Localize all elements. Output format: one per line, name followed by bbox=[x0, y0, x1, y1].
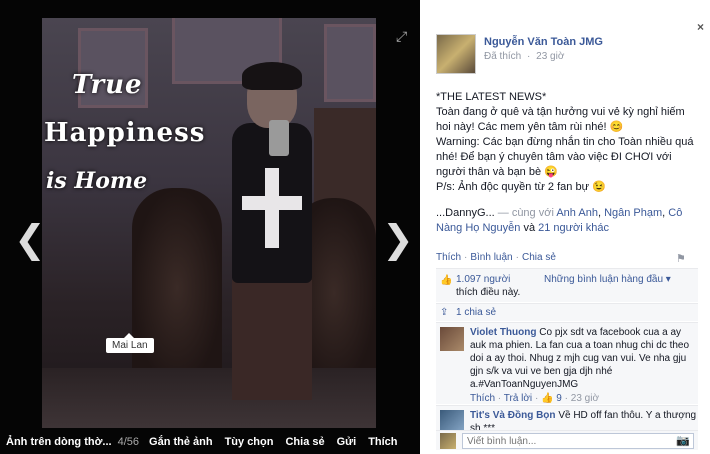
commenter-avatar[interactable] bbox=[440, 327, 464, 351]
post-line: P/s: Ảnh độc quyền từ 2 fan bự 😉 bbox=[436, 181, 606, 193]
tagged-with: ...DannyG... — cùng với Anh Anh, Ngân Ph… bbox=[436, 206, 698, 236]
post-line: Warning: Các bạn đừng nhắn tin cho Toàn … bbox=[436, 136, 694, 178]
separator: · bbox=[534, 393, 539, 404]
post-signature: ...DannyG... bbox=[436, 207, 495, 219]
likes-count[interactable]: 1.097 người bbox=[456, 274, 510, 285]
post-text: *THE LATEST NEWS* Toàn đang ở quê và tận… bbox=[436, 90, 698, 195]
comment-composer: 📷 bbox=[436, 430, 698, 450]
my-avatar bbox=[440, 433, 456, 449]
wall-photo-frame bbox=[324, 24, 376, 102]
floor bbox=[42, 368, 376, 428]
separator: · bbox=[497, 393, 502, 404]
comment-time[interactable]: 23 giờ bbox=[571, 393, 599, 404]
overlay-text-line: is Home bbox=[46, 168, 148, 194]
post-line: Toàn đang ở quê và tận hưởng vui vẻ kỳ n… bbox=[436, 106, 685, 133]
comment: Violet Thuong Co pjx sdt va facebook cua… bbox=[436, 322, 698, 404]
like-button[interactable]: Thích bbox=[368, 436, 397, 448]
likes-text: thích điều này. bbox=[456, 287, 521, 298]
separator: · bbox=[515, 252, 519, 263]
camera-icon[interactable]: 📷 bbox=[676, 434, 690, 447]
author-name[interactable]: Nguyễn Văn Toàn JMG bbox=[484, 36, 603, 48]
tagged-person-link[interactable]: Ngân Phạm bbox=[604, 207, 662, 219]
share-button[interactable]: Chia sẻ bbox=[285, 436, 324, 448]
author-avatar[interactable] bbox=[436, 34, 476, 74]
next-photo-icon[interactable]: ❯ bbox=[382, 220, 414, 258]
fullscreen-icon[interactable]: ⤢ bbox=[396, 28, 407, 45]
shares-count[interactable]: 1 chia sẻ bbox=[456, 307, 496, 318]
photo-counter: 4/56 bbox=[117, 436, 140, 448]
phone bbox=[269, 120, 289, 156]
with-label: — cùng với bbox=[494, 207, 557, 219]
comment-reply-link[interactable]: Trả lời bbox=[504, 393, 532, 404]
post-side-panel: × Nguyễn Văn Toàn JMG Đã thích · 23 giờ … bbox=[420, 0, 710, 454]
overlay-text-line: Happiness bbox=[44, 118, 206, 148]
previous-photo-icon[interactable]: ❮ bbox=[14, 220, 46, 258]
photo[interactable]: True Happiness is Home Mai Lan bbox=[42, 18, 376, 428]
tag-photo-button[interactable]: Gắn thẻ ảnh bbox=[149, 436, 213, 448]
commenter-avatar[interactable] bbox=[440, 410, 464, 430]
options-button[interactable]: Tùy chọn bbox=[225, 436, 274, 448]
like-link[interactable]: Thích bbox=[436, 252, 461, 263]
others-link[interactable]: 21 người khác bbox=[538, 222, 609, 234]
separator: · bbox=[564, 393, 568, 404]
comment-sort-dropdown[interactable]: Những bình luận hàng đầu ▾ bbox=[544, 273, 671, 286]
commenter-name[interactable]: Violet Thuong bbox=[470, 327, 536, 338]
liked-status[interactable]: Đã thích bbox=[484, 51, 521, 62]
share-icon: ⇪ bbox=[440, 307, 449, 318]
post-time[interactable]: 23 giờ bbox=[536, 51, 564, 62]
photo-action-bar: Ảnh trên dòng thờ... 4/56 Gắn thẻ ảnh Tù… bbox=[0, 430, 420, 454]
thumbs-up-icon: 👍 bbox=[440, 275, 453, 286]
photo-tag[interactable]: Mai Lan bbox=[106, 333, 154, 353]
commenter-name[interactable]: Tit's Và Đồng Bọn bbox=[470, 410, 556, 421]
person-legs bbox=[232, 280, 312, 400]
share-link[interactable]: Chia sẻ bbox=[522, 252, 556, 263]
meta-separator: · bbox=[527, 51, 531, 62]
post-meta: Đã thích · 23 giờ bbox=[484, 51, 567, 62]
comment-like-link[interactable]: Thích bbox=[470, 393, 495, 404]
chair bbox=[132, 188, 222, 388]
close-icon[interactable]: × bbox=[697, 20, 704, 34]
person-hair bbox=[242, 62, 302, 90]
shirt-cross bbox=[242, 196, 302, 210]
likes-summary: 👍 1.097 người thích điều này. Những bình… bbox=[436, 268, 698, 302]
comment: Tit's Và Đồng Bọn Về HD off fan thôu. Y … bbox=[436, 405, 698, 430]
shares-summary: ⇪ 1 chia sẻ bbox=[436, 303, 698, 321]
comment-meta: Thích · Trả lời · 👍 9 · 23 giờ bbox=[470, 392, 698, 405]
comment-link[interactable]: Bình luận bbox=[470, 252, 512, 263]
post-line: *THE LATEST NEWS* bbox=[436, 91, 547, 103]
overlay-text-line: True bbox=[72, 70, 143, 100]
photo-viewer: True Happiness is Home Mai Lan ❮ ❯ ⤢ Ảnh… bbox=[0, 0, 420, 454]
tagged-person-link[interactable]: Anh Anh bbox=[556, 207, 598, 219]
send-button[interactable]: Gửi bbox=[337, 436, 357, 448]
post-actions: Thích · Bình luận · Chia sẻ bbox=[436, 252, 556, 263]
comment-input[interactable] bbox=[462, 433, 694, 449]
comment-likes-count[interactable]: 👍 9 bbox=[541, 393, 562, 404]
album-link[interactable]: Ảnh trên dòng thờ... bbox=[6, 436, 112, 448]
and-label: và bbox=[520, 222, 539, 234]
separator: · bbox=[464, 252, 468, 263]
flag-icon[interactable]: ⚑ bbox=[676, 252, 686, 265]
